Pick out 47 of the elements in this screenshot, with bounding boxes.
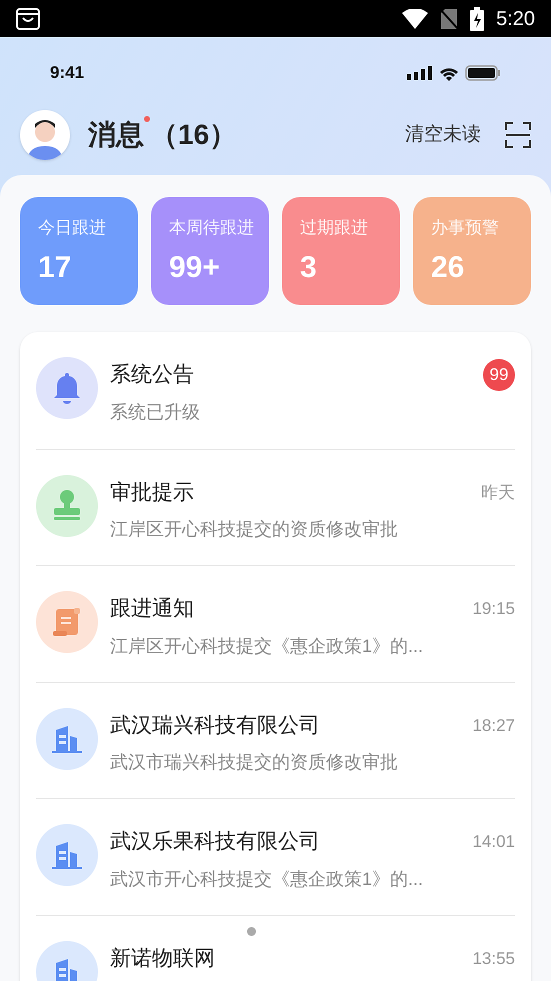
phone-time: 9:41 — [50, 62, 84, 84]
bell-icon — [52, 371, 82, 405]
message-item[interactable]: 审批提示 昨天 江岸区开心科技提交的资质修改审批 — [36, 448, 515, 565]
message-title: 武汉瑞兴科技有限公司 — [110, 712, 320, 738]
bag-icon — [16, 8, 40, 30]
message-count: （16） — [150, 118, 238, 152]
message-preview: 系统已升级 — [110, 401, 201, 424]
user-avatar[interactable] — [20, 110, 70, 160]
stat-value: 3 — [300, 252, 318, 282]
message-time: 19:15 — [472, 598, 515, 620]
no-sim-icon — [440, 8, 458, 30]
message-title: 系统公告 — [110, 362, 194, 388]
message-time: 13:55 — [472, 948, 515, 970]
message-item[interactable]: 武汉乐果科技有限公司 14:01 武汉市开心科技提交《惠企政策1》的... — [36, 798, 515, 914]
message-title: 审批提示 — [110, 480, 194, 506]
message-preview: 江岸区开心科技提交《惠企政策1》的... — [110, 634, 424, 658]
building-icon — [50, 839, 84, 871]
clear-unread-button[interactable]: 清空未读 — [405, 120, 481, 150]
message-title: 新诺物联网 — [110, 946, 215, 972]
message-time: 18:27 — [472, 714, 515, 736]
message-title: 武汉乐果科技有限公司 — [110, 829, 320, 855]
stat-value: 99+ — [169, 252, 221, 282]
stat-label: 本周待跟进 — [169, 217, 251, 239]
stat-label: 今日跟进 — [38, 217, 107, 239]
message-time: 昨天 — [481, 482, 515, 504]
page-title: 消息 — [88, 118, 144, 152]
battery-icon — [465, 65, 501, 81]
signal-icon — [407, 66, 433, 80]
message-preview: 武汉市瑞兴科技提交的资质修改审批 — [110, 751, 399, 774]
message-title: 跟进通知 — [110, 596, 194, 622]
stat-value: 26 — [431, 252, 466, 282]
message-preview: 武汉市开心科技提交《惠企政策1》的... — [110, 868, 424, 890]
message-preview: 江岸区开心科技提交的资质修改审批 — [110, 518, 399, 541]
battery-charging-icon — [470, 6, 484, 30]
wifi-icon — [439, 66, 459, 80]
unread-badge: 99 — [483, 359, 515, 391]
system-time: 5:20 — [496, 6, 535, 32]
wifi-icon — [402, 8, 428, 28]
message-item[interactable]: 跟进通知 19:15 江岸区开心科技提交《惠企政策1》的... — [36, 565, 515, 682]
scan-icon[interactable] — [505, 122, 531, 148]
message-item[interactable]: 新诺物联网 13:55 — [36, 914, 515, 981]
stat-value: 17 — [38, 252, 72, 282]
message-item[interactable]: 武汉瑞兴科技有限公司 18:27 武汉市瑞兴科技提交的资质修改审批 — [36, 682, 515, 798]
message-time: 14:01 — [472, 831, 515, 853]
stat-label: 办事预警 — [431, 217, 500, 239]
message-item[interactable]: 系统公告 99 系统已升级 — [36, 332, 515, 448]
stat-label: 过期跟进 — [300, 217, 369, 239]
